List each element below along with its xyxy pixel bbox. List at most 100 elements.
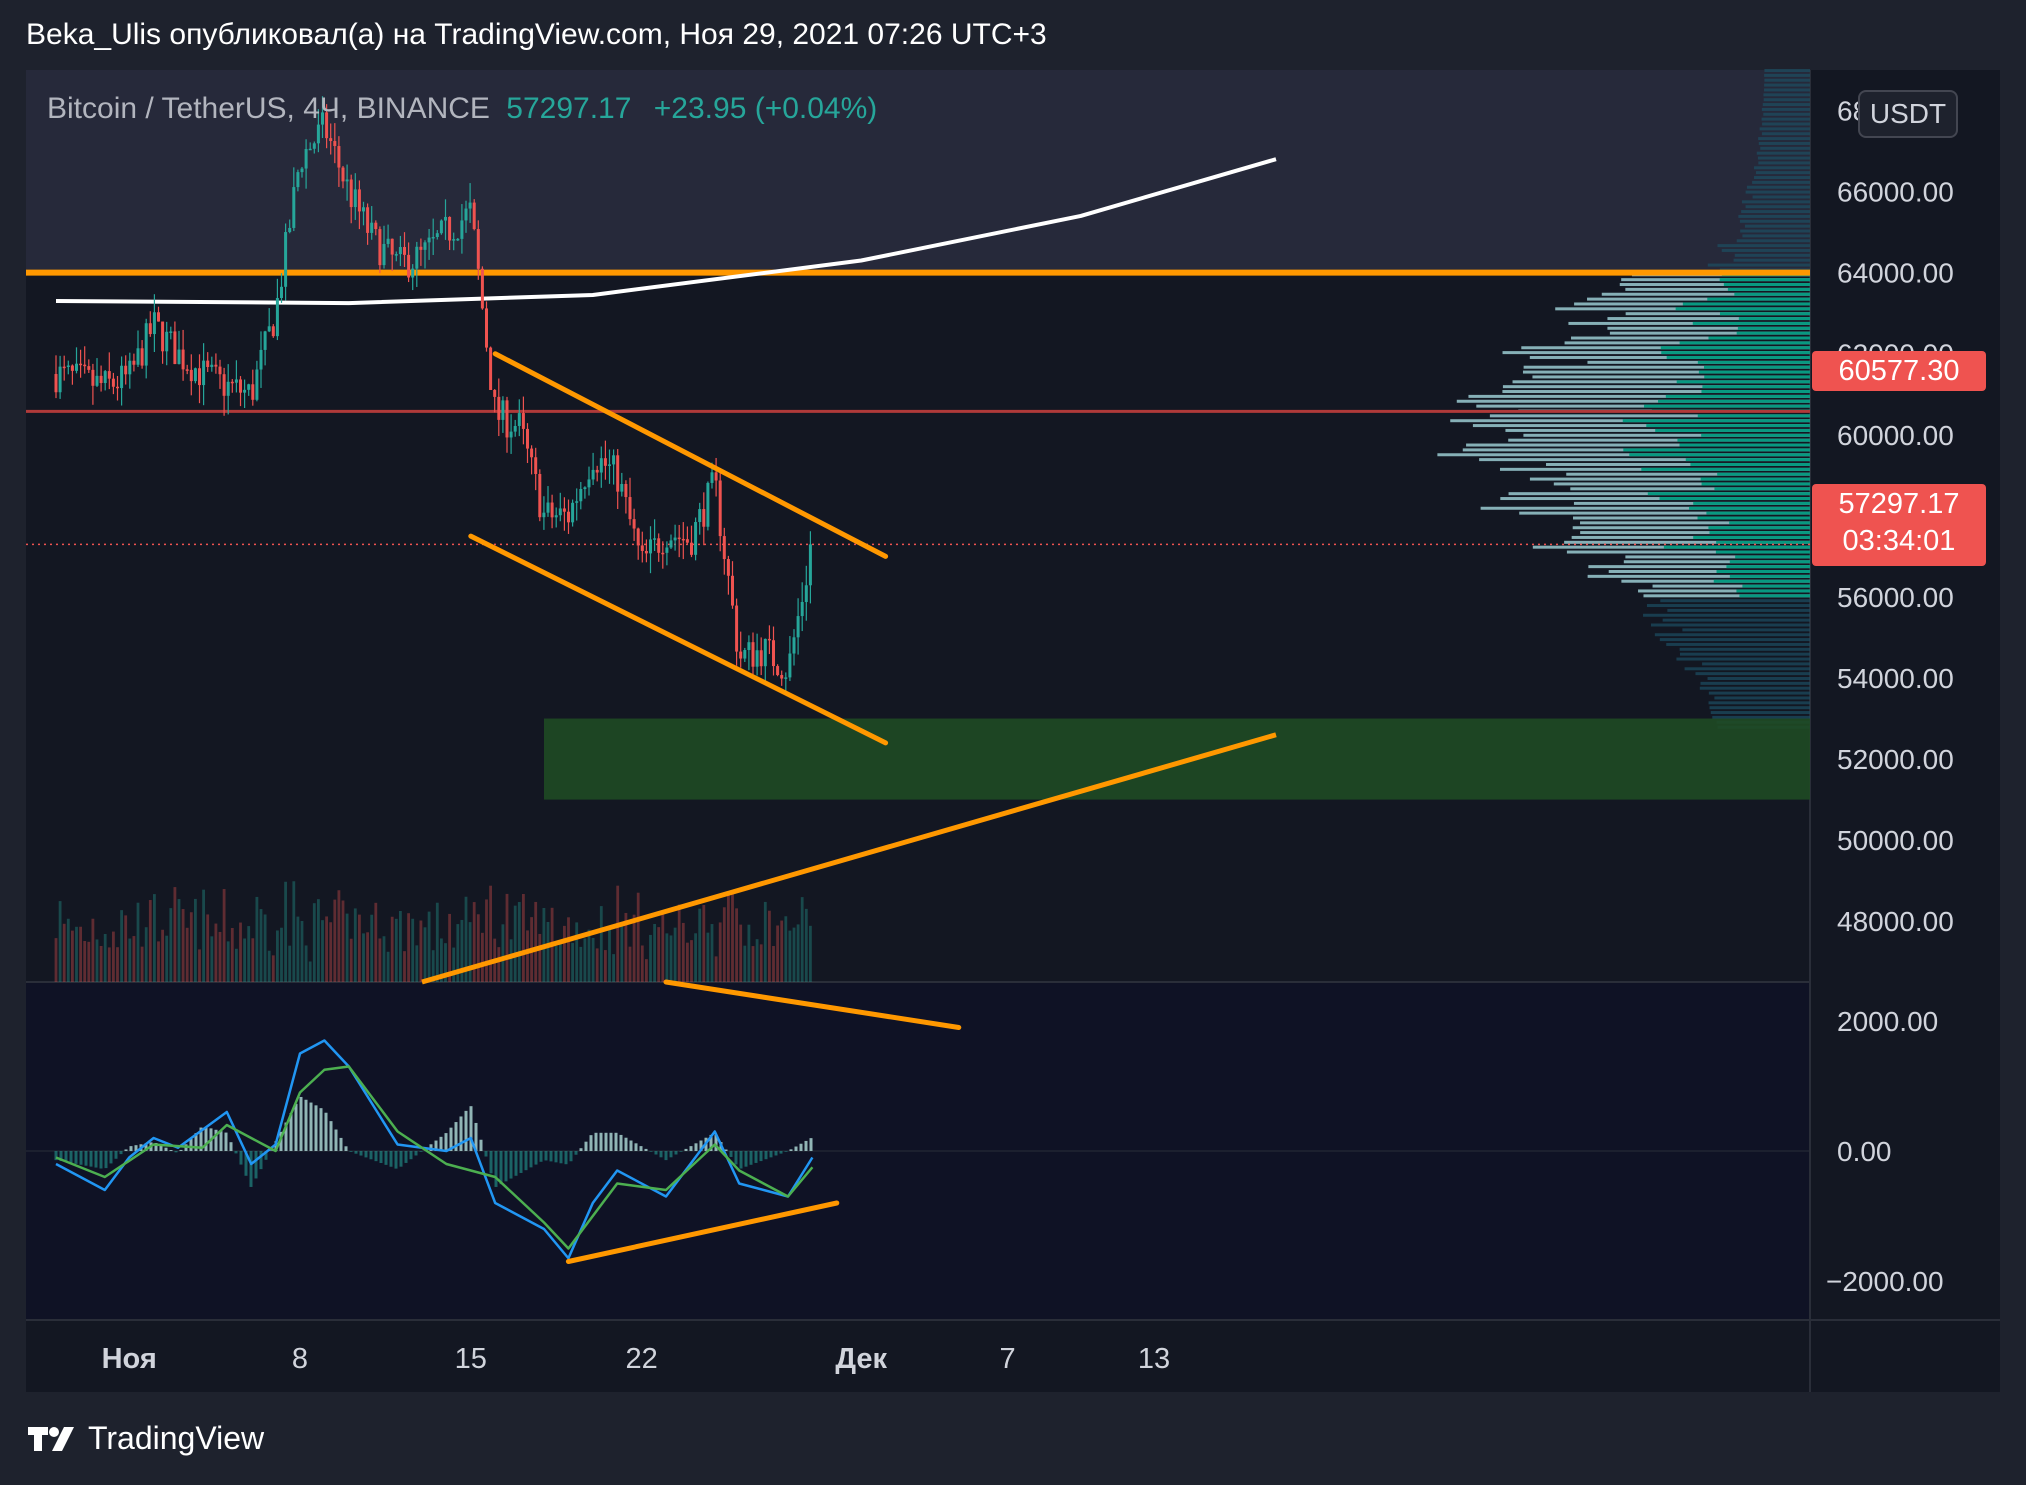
symbol-legend: Bitcoin / TetherUS, 4Ч, BINANCE 57297.17… [47,92,877,126]
profile-row-value-area [1661,351,1810,355]
volume-bar [325,916,328,982]
candle-body [157,312,160,322]
volume-bar [382,936,386,982]
candle-body [87,366,91,370]
histogram-bar [239,1151,243,1165]
volume-bar [370,914,374,982]
histogram-bar [524,1151,528,1171]
volume-bar [517,902,521,982]
profile-row [1745,205,1810,209]
last-price-tag: 57297.17 03:34:01 [1812,484,1986,566]
profile-row [1762,103,1810,107]
candle-body [657,538,661,553]
profile-row [1710,711,1810,715]
candle-body [288,227,292,233]
histogram-bar [494,1151,498,1187]
histogram-bar [774,1151,778,1156]
profile-row [1712,715,1810,719]
volume-bar [694,933,697,982]
histogram-bar [384,1151,388,1165]
candle-body [649,539,652,554]
candle-body [603,458,607,466]
histogram-bar [804,1140,808,1151]
histogram-bar [504,1151,508,1182]
histogram-bar [799,1143,803,1151]
histogram-bar [729,1151,733,1157]
volume-bar [608,926,611,982]
candle-body [542,512,546,518]
candle-body [690,542,693,555]
candle-body [66,365,70,368]
profile-row [1662,618,1810,622]
volume-bar [575,922,579,982]
time-tick-label: 22 [625,1343,657,1375]
volume-bar [788,930,792,982]
profile-row-value-area [1697,414,1810,418]
chart-canvas[interactable]: 48000.00 50000.00 52000.00 54000.00 56000.00… [0,0,2026,1485]
volume-bar [415,945,419,982]
volume-bar [71,930,74,982]
histogram-bar [679,1151,683,1152]
histogram-bar [764,1151,768,1160]
volume-bar [345,913,349,982]
profile-row-value-area [1647,492,1810,496]
candle-body [247,384,251,390]
volume-bar [161,929,164,982]
volume-bar [435,902,439,982]
volume-bar [476,914,480,982]
volume-bar [591,937,595,982]
candle-body [181,349,185,370]
profile-row [1763,93,1810,97]
volume-bar [185,927,189,982]
profile-row-value-area [1697,516,1810,520]
candle-body [165,331,169,352]
candle-body [571,502,575,523]
last-price: 57297.17 [506,92,632,125]
candle-body [767,638,771,641]
profile-row [1758,141,1810,145]
profile-row-value-area [1701,433,1810,437]
volume-bar [796,924,800,982]
volume-bar [686,942,689,982]
candle-body [316,124,320,144]
volume-bar [739,924,743,982]
volume-bar [349,938,353,982]
candle-body [653,538,657,540]
candle-body [435,233,439,238]
profile-row [1646,604,1810,608]
histogram-bar [609,1132,613,1151]
profile-row-value-area [1702,385,1810,389]
candle-body [111,378,115,387]
profile-row-value-area [1703,365,1810,369]
currency-button[interactable]: USDT [1858,90,1958,138]
histogram-bar [179,1149,183,1151]
histogram-bar [544,1151,548,1161]
profile-row [1676,657,1810,661]
profile-row [1643,613,1810,617]
volume-bar [534,901,538,982]
candle-body [345,179,349,182]
profile-row-value-area [1727,287,1810,291]
candle-body [567,511,570,523]
profile-row [1740,229,1810,233]
volume-bar [103,934,107,982]
candle-body [665,547,669,553]
histogram-bar [399,1151,403,1167]
volume-bar [768,910,771,982]
volume-bar [731,890,734,982]
candle-body [136,348,140,365]
last-price-tag-value: 57297.17 [1838,488,1960,520]
histogram-bar [254,1151,258,1179]
candle-body [521,413,525,429]
histogram-bar [769,1151,773,1158]
histogram-bar [369,1151,373,1160]
volume-bar [124,915,128,982]
footer-brand[interactable]: TradingView [26,1420,264,1457]
volume-bar [280,927,283,982]
profile-row-value-area [1729,560,1810,564]
candle-body [378,229,382,266]
candle-body [251,384,255,400]
candle-body [706,482,710,527]
volume-bar [522,893,525,982]
volume-bar [353,908,357,982]
